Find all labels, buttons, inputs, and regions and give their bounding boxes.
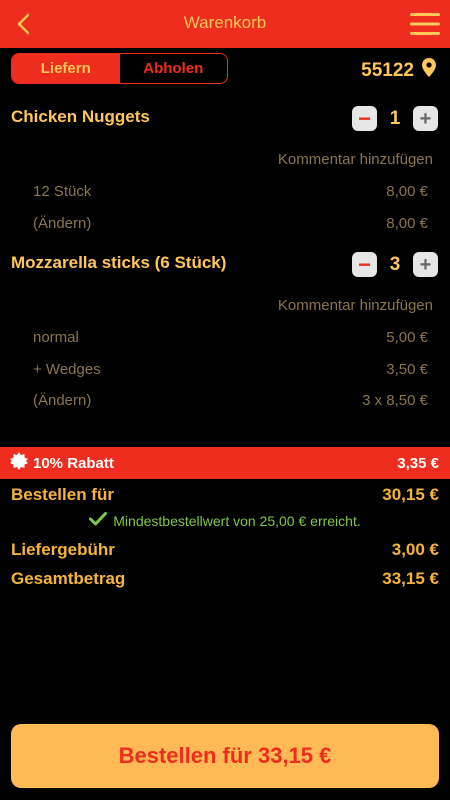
discount-label: 10% Rabatt bbox=[33, 454, 114, 472]
badge-icon bbox=[10, 452, 28, 474]
item-option-line: (Ändern) 3 x 8,50 € bbox=[33, 392, 428, 409]
increase-quantity-button[interactable]: + bbox=[413, 106, 438, 131]
min-order-message: Mindestbestellwert von 25,00 € erreicht. bbox=[0, 512, 450, 529]
plus-icon: + bbox=[419, 253, 432, 276]
option-label: normal bbox=[33, 329, 79, 346]
item-option-line: (Ändern) 8,00 € bbox=[33, 215, 428, 232]
location-selector[interactable]: 55122 bbox=[361, 58, 436, 83]
total-value: 33,15 € bbox=[382, 569, 439, 588]
page-title: Warenkorb bbox=[183, 13, 267, 32]
delivery-mode-toggle: Liefern Abholen bbox=[11, 53, 228, 84]
decrease-quantity-button[interactable]: − bbox=[352, 252, 377, 277]
minus-icon: − bbox=[358, 251, 371, 277]
minus-icon: − bbox=[358, 105, 371, 131]
hamburger-menu-icon[interactable] bbox=[410, 13, 440, 35]
checkmark-icon bbox=[89, 512, 108, 529]
place-order-button[interactable]: Bestellen für 33,15 € bbox=[11, 724, 439, 788]
app-header: Warenkorb bbox=[0, 0, 450, 48]
map-pin-icon bbox=[422, 58, 436, 83]
plus-icon: + bbox=[419, 107, 432, 130]
subtotal-label: Bestellen für bbox=[11, 485, 114, 504]
quantity-value: 1 bbox=[389, 107, 401, 129]
item-option-line: normal 5,00 € bbox=[33, 329, 428, 346]
total-row: Gesamtbetrag 33,15 € bbox=[11, 569, 439, 589]
quantity-stepper: − 3 + bbox=[352, 252, 438, 277]
add-comment-link[interactable]: Kommentar hinzufügen bbox=[278, 297, 433, 314]
subtotal-row: Bestellen für 30,15 € bbox=[11, 485, 439, 505]
discount-bar: 10% Rabatt 3,35 € bbox=[0, 447, 450, 479]
decrease-quantity-button[interactable]: − bbox=[352, 106, 377, 131]
min-order-text: Mindestbestellwert von 25,00 € erreicht. bbox=[113, 512, 361, 529]
postal-code: 55122 bbox=[361, 59, 414, 81]
cart-item-name: Chicken Nuggets bbox=[11, 107, 150, 126]
total-label: Gesamtbetrag bbox=[11, 569, 126, 588]
quantity-stepper: − 1 + bbox=[352, 106, 438, 131]
tab-abholen[interactable]: Abholen bbox=[119, 54, 227, 83]
option-label: 12 Stück bbox=[33, 183, 92, 200]
option-label: + Wedges bbox=[33, 361, 101, 378]
item-total-price: 3 x 8,50 € bbox=[362, 392, 428, 409]
change-item-link[interactable]: (Ändern) bbox=[33, 392, 91, 409]
item-option-line: + Wedges 3,50 € bbox=[33, 361, 428, 378]
option-price: 8,00 € bbox=[386, 183, 428, 200]
discount-amount: 3,35 € bbox=[397, 454, 439, 472]
item-option-line: 12 Stück 8,00 € bbox=[33, 183, 428, 200]
item-total-price: 8,00 € bbox=[386, 215, 428, 232]
delivery-fee-label: Liefergebühr bbox=[11, 540, 115, 559]
option-price: 5,00 € bbox=[386, 329, 428, 346]
increase-quantity-button[interactable]: + bbox=[413, 252, 438, 277]
option-price: 3,50 € bbox=[386, 361, 428, 378]
cart-item-name: Mozzarella sticks (6 Stück) bbox=[11, 253, 227, 272]
add-comment-link[interactable]: Kommentar hinzufügen bbox=[278, 151, 433, 168]
quantity-value: 3 bbox=[389, 253, 401, 275]
subtotal-value: 30,15 € bbox=[382, 485, 439, 504]
change-item-link[interactable]: (Ändern) bbox=[33, 215, 91, 232]
tab-liefern[interactable]: Liefern bbox=[12, 54, 120, 83]
delivery-fee-row: Liefergebühr 3,00 € bbox=[11, 540, 439, 560]
delivery-fee-value: 3,00 € bbox=[391, 540, 439, 559]
